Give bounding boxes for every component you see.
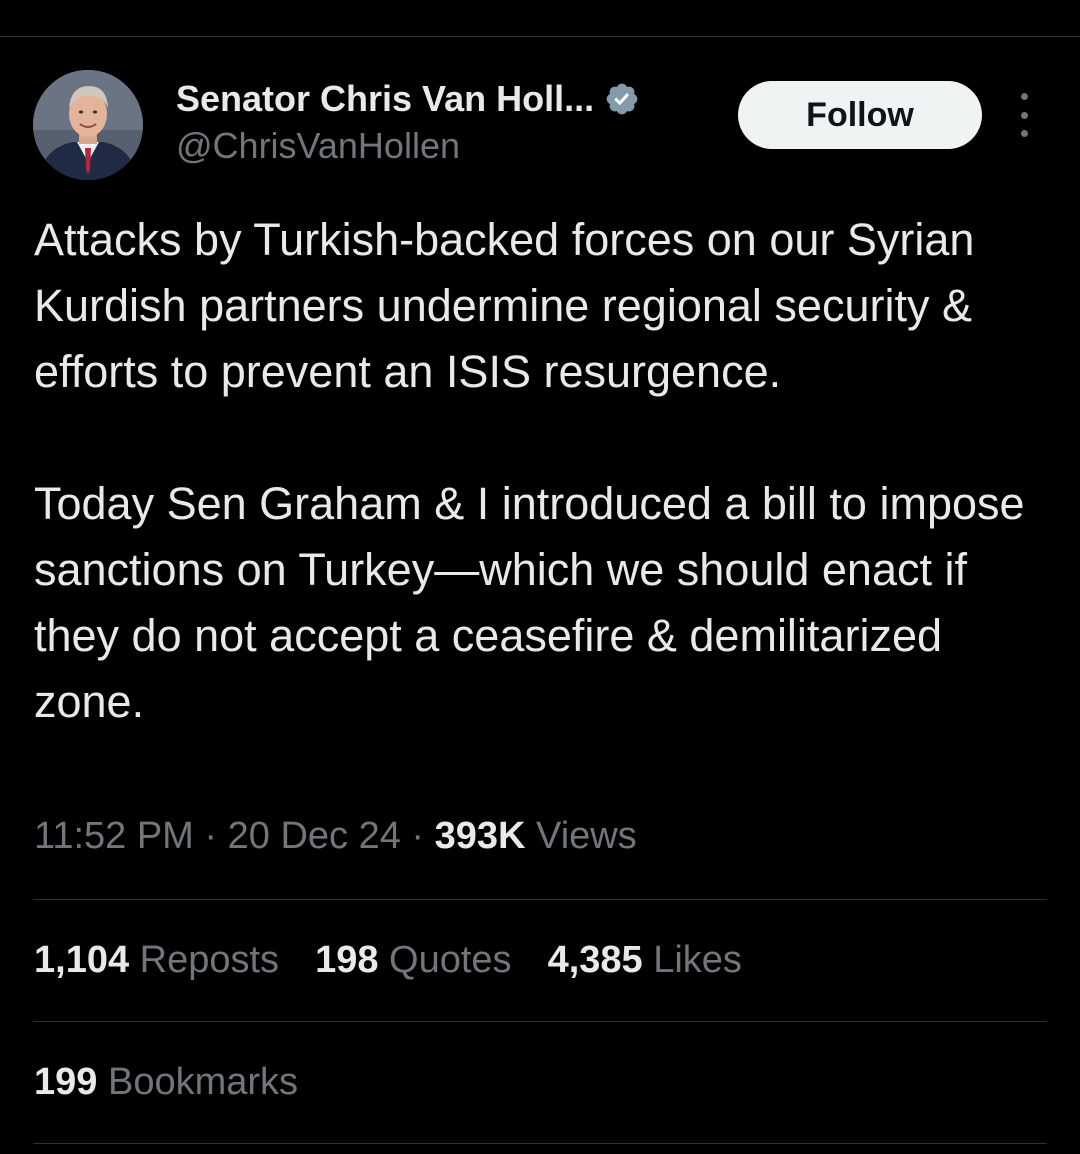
tweet-text: Attacks by Turkish-backed forces on our … <box>34 207 1064 735</box>
quotes-count: 198 <box>315 939 379 981</box>
divider <box>33 1021 1047 1022</box>
bookmarks-label: Bookmarks <box>107 1061 299 1103</box>
tweet-meta: 11:52 PM · 20 Dec 24 · 393K Views <box>34 815 637 858</box>
author-handle[interactable]: @ChrisVanHollen <box>176 125 640 167</box>
avatar-photo <box>33 70 143 180</box>
author-identity: Senator Chris Van Holl... @ChrisVanHolle… <box>176 75 640 167</box>
likes-label: Likes <box>653 939 742 981</box>
more-dot <box>1020 130 1028 137</box>
reposts-stat[interactable]: 1,104 Reposts <box>34 939 279 982</box>
engagement-stats: 1,104 Reposts 198 Quotes 4,385 Likes <box>34 939 778 982</box>
bookmarks-stat[interactable]: 199 Bookmarks <box>34 1061 298 1104</box>
meta-separator: · <box>193 815 228 857</box>
bookmarks-count: 199 <box>34 1061 98 1103</box>
more-dot <box>1020 93 1028 100</box>
likes-stat[interactable]: 4,385 Likes <box>548 939 742 982</box>
tweet: Senator Chris Van Holl... @ChrisVanHolle… <box>0 37 1080 1154</box>
divider <box>33 1143 1047 1144</box>
follow-button[interactable]: Follow <box>738 81 982 149</box>
quotes-stat[interactable]: 198 Quotes <box>315 939 512 982</box>
meta-separator: · <box>400 815 435 857</box>
tweet-time[interactable]: 11:52 PM <box>34 815 194 857</box>
name-row: Senator Chris Van Holl... <box>176 75 640 123</box>
more-dot <box>1020 111 1028 119</box>
author-display-name[interactable]: Senator Chris Van Holl... <box>176 78 594 120</box>
tweet-paragraph: Today Sen Graham & I introduced a bill t… <box>34 478 1025 727</box>
views-label: Views <box>536 815 637 857</box>
reposts-label: Reposts <box>139 939 280 981</box>
tweet-paragraph: Attacks by Turkish-backed forces on our … <box>34 214 975 397</box>
divider <box>33 899 1047 900</box>
verified-badge-icon[interactable] <box>604 81 640 117</box>
more-vertical-icon[interactable] <box>1008 93 1040 137</box>
tweet-date[interactable]: 20 Dec 24 <box>228 815 401 857</box>
quotes-label: Quotes <box>389 939 512 981</box>
reposts-count: 1,104 <box>34 939 130 981</box>
views-count: 393K <box>434 815 526 857</box>
likes-count: 4,385 <box>547 939 643 981</box>
author-avatar[interactable] <box>33 70 143 180</box>
